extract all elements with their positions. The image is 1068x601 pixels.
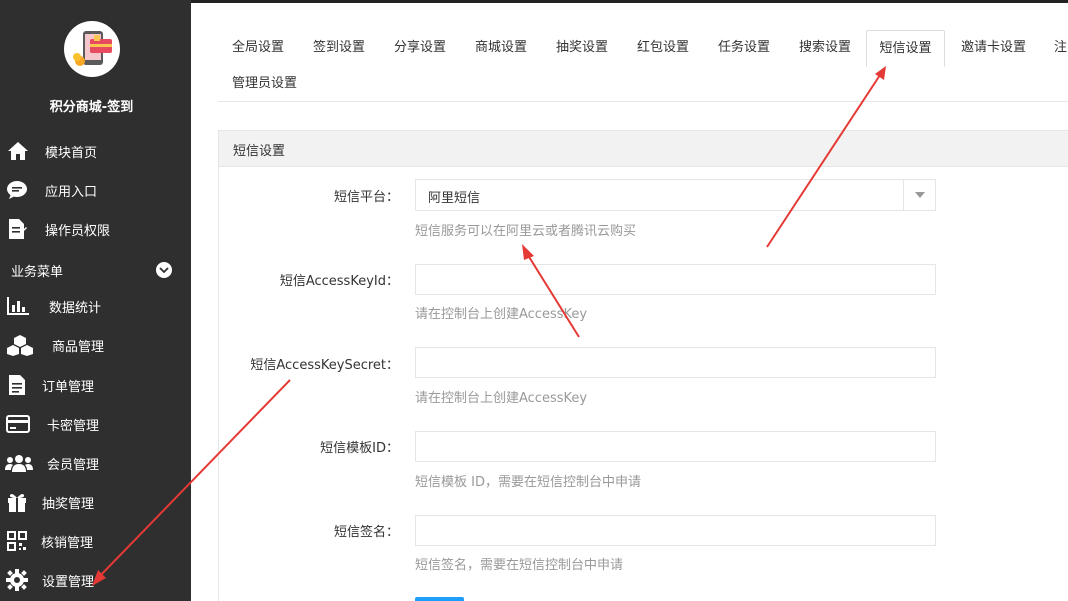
tab-redpacket-settings[interactable]: 红包设置	[637, 30, 689, 66]
home-icon	[6, 139, 30, 163]
sidebar-item-label: 卡密管理	[47, 418, 100, 434]
access-key-id-input[interactable]	[415, 264, 936, 295]
tab-invite-card-settings[interactable]: 邀请卡设置	[961, 30, 1026, 66]
tab-checkin-settings[interactable]: 签到设置	[313, 30, 365, 66]
access-key-secret-label: 短信AccessKeySecret：	[250, 358, 399, 373]
signature-input[interactable]	[415, 515, 936, 546]
sms-platform-value: 阿里短信	[428, 191, 481, 206]
tab-admin-settings[interactable]: 管理员设置	[232, 66, 297, 102]
tab-task-settings[interactable]: 任务设置	[718, 30, 770, 66]
sidebar-item-operator-permission[interactable]: 操作员权限	[0, 214, 191, 244]
tab-sms-settings[interactable]: 短信设置	[866, 30, 945, 67]
qrcode-icon	[5, 529, 29, 553]
sidebar-item-label: 订单管理	[42, 379, 95, 395]
sidebar: 积分商城-签到 模块首页 应用入口 操作员权限 业务菜单 数据统计 商品管理 订…	[0, 0, 191, 601]
bar-chart-icon	[6, 294, 30, 318]
sidebar-item-label: 设置管理	[42, 574, 95, 590]
sidebar-item-data-stats[interactable]: 数据统计	[0, 291, 191, 321]
sidebar-item-label: 抽奖管理	[42, 496, 95, 512]
sidebar-item-label: 商品管理	[52, 339, 105, 355]
tab-lottery-settings[interactable]: 抽奖设置	[556, 30, 608, 66]
template-id-help: 短信模板 ID，需要在短信控制台中申请	[415, 475, 641, 490]
credit-card-icon	[6, 412, 30, 436]
top-bar	[191, 0, 1068, 3]
access-key-secret-input[interactable]	[415, 347, 936, 378]
access-key-secret-help: 请在控制台上创建AccessKey	[415, 391, 588, 406]
app-logo	[64, 21, 120, 77]
submit-button[interactable]	[415, 597, 464, 601]
sidebar-item-label: 核销管理	[41, 535, 94, 551]
cubes-icon	[5, 333, 35, 357]
gear-icon	[5, 568, 29, 592]
sidebar-item-card-keys[interactable]: 卡密管理	[0, 409, 191, 439]
sidebar-item-settings[interactable]: 设置管理	[0, 565, 191, 595]
sidebar-item-label: 操作员权限	[45, 223, 111, 239]
document-edit-icon	[5, 217, 29, 241]
tab-share-settings[interactable]: 分享设置	[394, 30, 446, 66]
chat-icon	[5, 178, 29, 202]
panel-header: 短信设置	[219, 131, 1068, 167]
section-label: 业务菜单	[11, 265, 64, 280]
settings-tabs: 全局设置 签到设置 分享设置 商城设置 抽奖设置 红包设置 任务设置 搜索设置 …	[218, 30, 1068, 102]
sms-platform-label: 短信平台：	[333, 190, 399, 205]
business-menu-section[interactable]: 业务菜单	[0, 258, 191, 282]
sidebar-item-label: 模块首页	[45, 145, 98, 161]
panel-title: 短信设置	[233, 144, 286, 159]
chevron-down-icon[interactable]	[156, 262, 172, 278]
sidebar-item-app-entry[interactable]: 应用入口	[0, 175, 191, 205]
sidebar-item-lottery[interactable]: 抽奖管理	[0, 487, 191, 517]
signature-label: 短信签名：	[333, 525, 399, 540]
access-key-id-help: 请在控制台上创建AccessKey	[415, 307, 588, 322]
gift-icon	[5, 490, 29, 514]
sidebar-item-module-home[interactable]: 模块首页	[0, 136, 191, 166]
tab-mall-settings[interactable]: 商城设置	[475, 30, 527, 66]
tab-global-settings[interactable]: 全局设置	[232, 30, 284, 66]
sidebar-item-label: 会员管理	[47, 457, 100, 473]
sms-platform-help: 短信服务可以在阿里云或者腾讯云购买	[415, 224, 637, 239]
app-window: 积分商城-签到 模块首页 应用入口 操作员权限 业务菜单 数据统计 商品管理 订…	[0, 0, 1068, 601]
tab-search-settings[interactable]: 搜索设置	[799, 30, 851, 66]
sidebar-item-verification[interactable]: 核销管理	[0, 526, 191, 556]
access-key-id-label: 短信AccessKeyId：	[279, 274, 399, 289]
sidebar-item-label: 应用入口	[45, 184, 98, 200]
sidebar-item-members[interactable]: 会员管理	[0, 448, 191, 478]
sidebar-item-orders[interactable]: 订单管理	[0, 370, 191, 400]
tab-truncated[interactable]: 注	[1054, 30, 1067, 66]
chevron-down-icon[interactable]	[903, 180, 935, 210]
users-icon	[5, 451, 33, 475]
sidebar-item-goods[interactable]: 商品管理	[0, 330, 191, 360]
template-id-label: 短信模板ID：	[320, 441, 399, 456]
signature-help: 短信签名，需要在短信控制台中申请	[415, 558, 624, 573]
app-name: 积分商城-签到	[49, 100, 134, 115]
file-text-icon	[5, 373, 29, 397]
template-id-input[interactable]	[415, 431, 936, 462]
sidebar-item-label: 数据统计	[49, 300, 102, 316]
sms-platform-select[interactable]: 阿里短信	[415, 179, 936, 211]
